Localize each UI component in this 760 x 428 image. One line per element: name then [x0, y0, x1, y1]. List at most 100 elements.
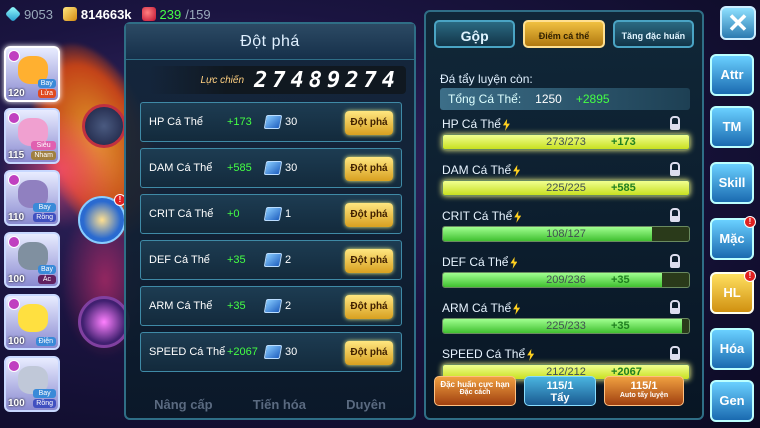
element-icon	[8, 236, 20, 248]
total-bonus: +2895	[575, 92, 610, 106]
type-tag: Ác	[37, 275, 56, 284]
tab-boost-training[interactable]: Tăng đặc huấn	[612, 20, 694, 48]
breakthrough-button[interactable]: Đột phá	[345, 295, 393, 319]
button-count: 115/1	[630, 380, 658, 392]
combat-power: Lực chiến 27489274	[150, 66, 406, 94]
type-tag: Rồng	[33, 399, 56, 408]
team-slot[interactable]: 100 Bay Rồng	[4, 356, 60, 412]
evolution-gem-icon[interactable]	[78, 296, 130, 348]
lock-icon[interactable]: !	[78, 194, 126, 244]
lock-icon[interactable]	[670, 346, 680, 360]
footer-tab-upgrade[interactable]: Nâng cấp	[154, 397, 213, 412]
team-list: 120 Bay Lửa 115 Siêu Nham 110 Bay Rồng 100 …	[4, 46, 64, 418]
lock-icon[interactable]	[670, 208, 680, 222]
element-icon	[8, 174, 20, 186]
element-icon	[8, 360, 20, 372]
stat-increase: +35	[227, 300, 246, 312]
breakthrough-button[interactable]: Đột phá	[345, 157, 393, 181]
stat-increase: +0	[227, 208, 240, 220]
breakthrough-row: DEF Cá Thể +35 2 Đột phá	[140, 240, 402, 280]
stamina-resource: 239/159	[141, 7, 211, 22]
type-tag: Lửa	[37, 89, 56, 98]
breakthrough-button[interactable]: Đột phá	[345, 203, 393, 227]
monster-portrait	[18, 304, 48, 332]
stat-bonus: +585	[611, 182, 636, 194]
monster-level: 115	[8, 150, 25, 161]
breakthrough-button[interactable]: Đột phá	[345, 111, 393, 135]
team-slot[interactable]: 120 Bay Lửa	[4, 46, 60, 102]
menu-evolve-button[interactable]: Hóa	[710, 328, 754, 370]
stat-name: CRIT Cá Thể	[149, 208, 214, 220]
wash-button[interactable]: 115/1 Tẩy	[524, 376, 596, 406]
button-label: Auto tẩy luyện	[619, 392, 669, 399]
auto-wash-button[interactable]: 115/1 Auto tẩy luyện	[604, 376, 684, 406]
stat-row-hp: HP Cá Thể 273/273 +173	[442, 116, 690, 150]
button-sublabel: Đặc cách	[459, 389, 491, 396]
stat-name: HP Cá Thể	[442, 117, 501, 131]
monster-level: 100	[8, 274, 25, 285]
book-icon	[263, 345, 283, 359]
training-panel: Gộp Điểm cá thể Tăng đặc huấn Đá tẩy luy…	[424, 10, 704, 420]
stat-value: 273/273	[546, 136, 586, 148]
menu-hl-button[interactable]: HL !	[710, 270, 756, 314]
footer-tab-bond[interactable]: Duyên	[346, 397, 386, 412]
menu-attr-button[interactable]: Attr	[710, 54, 754, 96]
panel-footer-tabs: Nâng cấp Tiến hóa Duyên	[126, 397, 414, 412]
lightning-icon	[527, 348, 535, 361]
element-icon	[8, 112, 20, 124]
stat-bar: 225/225 +585	[442, 180, 690, 196]
team-slot[interactable]: 110 Bay Rồng	[4, 170, 60, 226]
combat-power-label: Lực chiến	[200, 74, 245, 86]
lock-icon[interactable]	[670, 300, 680, 314]
element-icon	[8, 298, 20, 310]
type-tag: Điện	[35, 337, 56, 346]
tab-individual-points[interactable]: Điểm cá thể	[523, 20, 605, 48]
gold-count: 814663k	[80, 6, 132, 22]
diamond-count: 9053	[24, 6, 53, 22]
stat-bonus: +35	[611, 274, 630, 286]
lightning-icon	[510, 256, 518, 269]
stat-increase: +585	[227, 162, 252, 174]
stat-value: 209/236	[546, 274, 586, 286]
panel-title: Đột phá	[126, 24, 414, 60]
breakthrough-button[interactable]: Đột phá	[345, 341, 393, 365]
stat-name: DEF Cá Thể	[442, 255, 509, 269]
lock-icon[interactable]	[670, 254, 680, 268]
diamond-resource: 9053	[5, 6, 53, 22]
monster-level: 100	[8, 336, 25, 347]
breakthrough-button[interactable]: Đột phá	[345, 249, 393, 273]
footer-tab-evolve[interactable]: Tiến hóa	[253, 397, 306, 412]
gold-icon	[62, 7, 77, 21]
button-label: Đặc huấn cực hạn	[440, 380, 510, 389]
stat-row-crit: CRIT Cá Thể 108/127	[442, 208, 690, 242]
close-button[interactable]: ✕	[720, 6, 756, 40]
gold-resource: 814663k	[62, 6, 132, 22]
lock-icon[interactable]	[670, 162, 680, 176]
stat-bar: 108/127	[442, 226, 690, 242]
breakthrough-panel: Đột phá Lực chiến 27489274 HP Cá Thể +17…	[124, 22, 416, 420]
stat-increase: +173	[227, 116, 252, 128]
menu-equip-button[interactable]: Mặc !	[710, 216, 756, 260]
lightning-icon	[514, 210, 522, 223]
team-slot[interactable]: 100 Bay Ác	[4, 232, 60, 288]
monster-level: 120	[8, 88, 25, 99]
book-icon	[263, 115, 283, 129]
skill-book-icon[interactable]	[82, 104, 126, 148]
alert-badge: !	[744, 216, 756, 228]
tab-merge[interactable]: Gộp	[434, 20, 516, 48]
stat-row-speed: SPEED Cá Thể 212/212 +2067	[442, 346, 690, 380]
team-slot[interactable]: 100 Điện	[4, 294, 60, 350]
type-tag: Bay	[33, 203, 56, 212]
breakthrough-row: ARM Cá Thể +35 2 Đột phá	[140, 286, 402, 326]
lightning-icon	[513, 302, 521, 315]
extreme-training-button[interactable]: Đặc huấn cực hạn Đặc cách	[434, 376, 516, 406]
menu-tm-button[interactable]: TM	[710, 106, 754, 148]
team-slot[interactable]: 115 Siêu Nham	[4, 108, 60, 164]
menu-label: HL	[723, 285, 741, 300]
stat-increase: +2067	[227, 346, 258, 358]
menu-gen-button[interactable]: Gen	[710, 380, 754, 422]
stat-row-arm: ARM Cá Thể 225/233 +35	[442, 300, 690, 334]
type-tag: Bay	[37, 265, 56, 274]
lock-icon[interactable]	[670, 116, 680, 130]
menu-skill-button[interactable]: Skill	[710, 162, 754, 204]
